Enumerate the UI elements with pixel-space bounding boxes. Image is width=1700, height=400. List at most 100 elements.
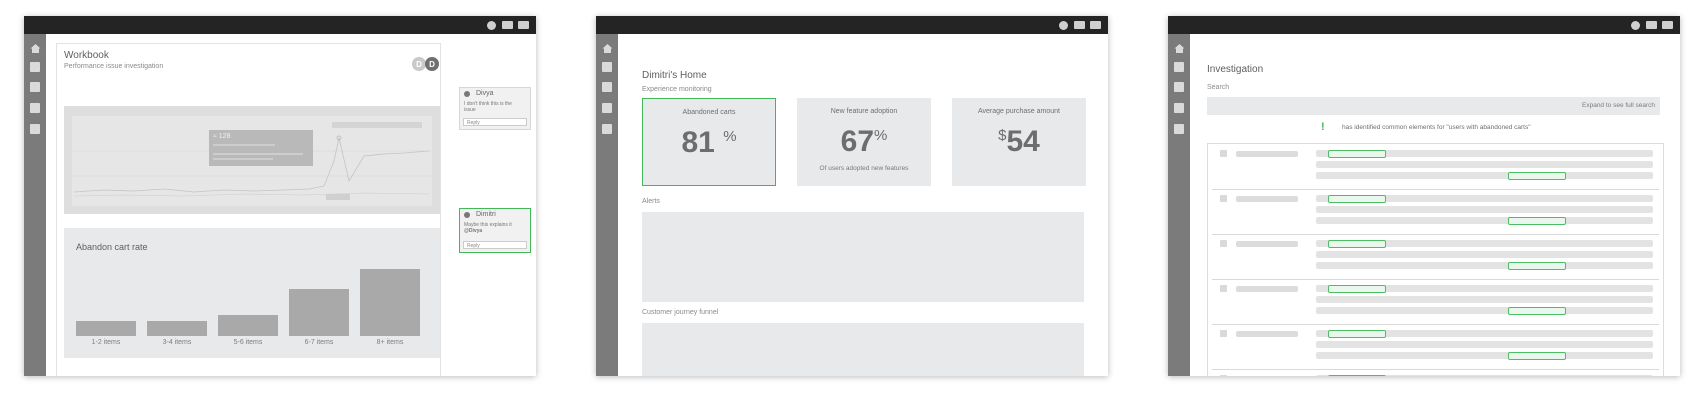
bar-label: 6-7 items [304, 339, 334, 346]
minimize-icon[interactable] [1631, 21, 1640, 30]
list-item[interactable] [1212, 189, 1659, 235]
home-icon[interactable] [602, 43, 613, 54]
list-item[interactable] [1212, 234, 1659, 280]
list-item[interactable] [1212, 369, 1659, 376]
highlight-match [1508, 172, 1566, 180]
investigation-window: Investigation Search Expand to see full … [1168, 16, 1680, 376]
page-title: Workbook [64, 50, 109, 61]
list-item[interactable] [1212, 279, 1659, 325]
home-window: Dimitri's Home Experience monitoring Aba… [596, 16, 1108, 376]
nav-item-icon[interactable] [1174, 124, 1184, 134]
bar-3-4-items[interactable] [147, 320, 207, 336]
kpi-value: $54 [952, 125, 1086, 159]
nav-item-icon[interactable] [602, 62, 612, 72]
investigation-content: Investigation Search Expand to see full … [1190, 34, 1680, 376]
kpi-number: 54 [1006, 125, 1040, 158]
list-item[interactable] [1212, 324, 1659, 370]
sidebar [24, 34, 46, 376]
bar-1-2-items[interactable] [76, 320, 136, 336]
highlight-match [1328, 240, 1386, 248]
chart-tooltip: ≈ 128 [209, 130, 313, 166]
tooltip-value: ≈ 128 [213, 133, 231, 140]
nav-item-icon[interactable] [1174, 62, 1184, 72]
highlight-match [1508, 352, 1566, 360]
window-titlebar [24, 16, 536, 34]
funnel-label: Customer journey funnel [642, 309, 719, 316]
kpi-average-purchase[interactable]: Average purchase amount $54 [952, 98, 1086, 186]
kpi-number: 67 [840, 125, 875, 158]
bar-5-6-items[interactable] [218, 315, 278, 336]
kpi-value: 67% [797, 125, 931, 159]
kpi-note: Of users adopted new features [819, 165, 909, 172]
search-label: Search [1207, 84, 1230, 91]
mention[interactable]: @Divya [464, 228, 482, 234]
highlight-match [1328, 330, 1386, 338]
alerts-label: Alerts [642, 198, 660, 205]
window-titlebar [1168, 16, 1680, 34]
nav-item-icon[interactable] [30, 103, 40, 113]
home-icon[interactable] [30, 43, 41, 54]
maximize-icon[interactable] [1646, 21, 1657, 29]
home-icon[interactable] [1174, 43, 1185, 54]
kpi-label: Abandoned carts [682, 109, 736, 116]
bar-6-7-items[interactable] [289, 288, 349, 336]
window-titlebar [596, 16, 1108, 34]
alerts-panel[interactable] [642, 212, 1084, 302]
comment-text: I don't think this is the issue [464, 101, 512, 113]
highlight-match [1508, 307, 1566, 315]
list-item[interactable] [1212, 144, 1659, 190]
nav-item-icon[interactable] [30, 124, 40, 134]
avatar[interactable]: D [425, 57, 439, 71]
reply-input[interactable]: Reply [463, 241, 527, 249]
highlight-match [1508, 217, 1566, 225]
page-subtitle: Performance issue investigation [64, 63, 164, 70]
nav-item-icon[interactable] [30, 82, 40, 92]
comment-card[interactable]: Divya I don't think this is the issue Re… [459, 87, 531, 130]
reply-input[interactable]: Reply [463, 118, 527, 126]
bar-8-items[interactable] [360, 268, 420, 336]
kpi-abandoned-carts[interactable]: Abandoned carts 81 % [642, 98, 776, 186]
sidebar [596, 34, 618, 376]
nav-item-icon[interactable] [602, 124, 612, 134]
results-list [1207, 143, 1664, 376]
section-label: Experience monitoring [642, 86, 712, 93]
comment-author: Dimitri [476, 211, 496, 218]
avatar [464, 91, 470, 97]
page-title: Dimitri's Home [642, 70, 707, 81]
maximize-icon[interactable] [502, 21, 513, 29]
kpi-label: New feature adoption [830, 108, 898, 115]
nav-item-icon[interactable] [1174, 103, 1184, 113]
page-title: Investigation [1207, 64, 1264, 75]
bar-label: 1-2 items [91, 339, 121, 346]
nav-item-icon[interactable] [602, 103, 612, 113]
close-icon[interactable] [518, 21, 529, 29]
bar-label: 3-4 items [162, 339, 192, 346]
close-icon[interactable] [1662, 21, 1673, 29]
funnel-panel[interactable] [642, 323, 1084, 376]
comment-card-selected[interactable]: Dimitri Maybe this explains it @Divya Re… [459, 208, 531, 253]
highlight-match [1328, 195, 1386, 203]
workbook-content: Workbook Performance issue investigation… [46, 34, 536, 376]
line-chart-panel[interactable]: ≈ 128 [64, 106, 440, 214]
minimize-icon[interactable] [487, 21, 496, 30]
bar-label: 8+ items [376, 339, 404, 346]
sidebar [1168, 34, 1190, 376]
avatar[interactable]: D [412, 57, 426, 71]
maximize-icon[interactable] [1074, 21, 1085, 29]
nav-item-icon[interactable] [30, 62, 40, 72]
highlight-match [1328, 375, 1386, 376]
highlight-match [1328, 285, 1386, 293]
kpi-number: 81 [681, 126, 715, 159]
nav-item-icon[interactable] [1174, 82, 1184, 92]
close-icon[interactable] [1090, 21, 1101, 29]
kpi-currency: $ [998, 127, 1007, 144]
abandon-cart-chart-panel: Abandon cart rate 1-2 items 3-4 items 5-6 … [64, 228, 440, 358]
search-field[interactable]: Expand to see full search [1207, 97, 1660, 115]
home-content: Dimitri's Home Experience monitoring Aba… [618, 34, 1108, 376]
minimize-icon[interactable] [1059, 21, 1068, 30]
nav-item-icon[interactable] [602, 82, 612, 92]
workbook-window: Workbook Performance issue investigation… [24, 16, 536, 376]
kpi-new-feature-adoption[interactable]: New feature adoption 67% Of users adopte… [797, 98, 931, 186]
alert-icon: ! [1321, 121, 1325, 133]
search-hint[interactable]: Expand to see full search [1582, 102, 1655, 109]
